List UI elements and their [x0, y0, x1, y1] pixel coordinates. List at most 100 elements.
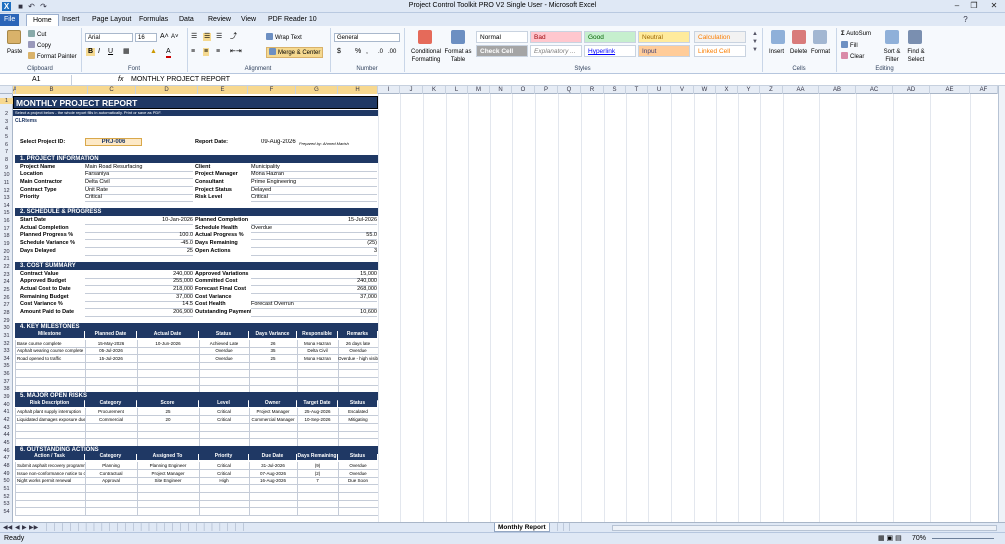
column-header-p[interactable]: P	[535, 86, 558, 94]
horizontal-scrollbar[interactable]	[612, 525, 997, 531]
tab-formulas[interactable]: Formulas	[133, 14, 174, 26]
row-header-24[interactable]: 24	[0, 279, 13, 285]
row-header-38[interactable]: 38	[0, 386, 13, 392]
insert-cells-icon[interactable]	[771, 30, 785, 44]
minimize-icon[interactable]: –	[949, 0, 965, 12]
row-header-31[interactable]: 31	[0, 333, 13, 339]
column-header-f[interactable]: F	[248, 86, 296, 94]
column-header-d[interactable]: D	[136, 86, 198, 94]
insert-cells-button[interactable]: Insert	[769, 48, 784, 56]
row-header-48[interactable]: 48	[0, 463, 13, 469]
row-header-2[interactable]: 2	[0, 111, 13, 117]
find-select-button[interactable]: Find & Select	[904, 48, 928, 64]
orientation-icon[interactable]: ⤴	[230, 33, 237, 41]
row-header-40[interactable]: 40	[0, 402, 13, 408]
column-header-w[interactable]: W	[694, 86, 716, 94]
cell-style-neutral[interactable]: Neutral	[638, 31, 690, 43]
sort-filter-button[interactable]: Sort & Filter	[880, 48, 904, 64]
column-header-b[interactable]: B	[16, 86, 88, 94]
row-header-18[interactable]: 18	[0, 233, 13, 239]
column-header-x[interactable]: X	[716, 86, 738, 94]
tab-page-layout[interactable]: Page Layout	[86, 14, 137, 26]
row-header-21[interactable]: 21	[0, 256, 13, 262]
row-header-45[interactable]: 45	[0, 440, 13, 446]
column-header-t[interactable]: T	[626, 86, 648, 94]
conditional-formatting-button[interactable]: Conditional Formatting	[407, 48, 445, 64]
column-header-ae[interactable]: AE	[930, 86, 970, 94]
tab-pdf-reader[interactable]: PDF Reader 10	[262, 14, 323, 26]
row-header-47[interactable]: 47	[0, 455, 13, 461]
tab-home[interactable]: Home	[26, 14, 59, 26]
row-header-35[interactable]: 35	[0, 363, 13, 369]
column-header-ab[interactable]: AB	[819, 86, 856, 94]
column-header-ac[interactable]: AC	[856, 86, 893, 94]
comma-icon[interactable]: ,	[366, 48, 368, 56]
font-name-select[interactable]: Arial	[85, 33, 133, 42]
more-sheet-tabs[interactable]: │ │ │	[553, 523, 608, 532]
column-header-o[interactable]: O	[512, 86, 535, 94]
row-header-27[interactable]: 27	[0, 302, 13, 308]
row-header-43[interactable]: 43	[0, 425, 13, 431]
row-header-33[interactable]: 33	[0, 348, 13, 354]
column-header-ad[interactable]: AD	[893, 86, 930, 94]
increase-decimal-icon[interactable]: .0	[378, 48, 383, 56]
help-icon[interactable]: ?	[961, 15, 970, 24]
row-header-26[interactable]: 26	[0, 295, 13, 301]
row-header-46[interactable]: 46	[0, 448, 13, 454]
row-header-17[interactable]: 17	[0, 226, 13, 232]
fill-color-icon[interactable]: ▲	[150, 48, 157, 56]
column-header-m[interactable]: M	[468, 86, 490, 94]
align-center-icon[interactable]: ≡	[203, 48, 210, 56]
zoom-slider[interactable]	[932, 538, 994, 539]
cell-style-bad[interactable]: Bad	[530, 31, 582, 43]
sheet-tab-monthly-report[interactable]: Monthly Report	[494, 523, 550, 532]
paste-button[interactable]: Paste	[7, 48, 22, 56]
row-header-32[interactable]: 32	[0, 341, 13, 347]
row-header-1[interactable]: 1	[0, 98, 13, 104]
row-header-50[interactable]: 50	[0, 478, 13, 484]
format-cells-icon[interactable]	[813, 30, 827, 44]
row-header-3[interactable]: 3	[0, 119, 13, 125]
column-header-r[interactable]: R	[581, 86, 604, 94]
row-header-41[interactable]: 41	[0, 409, 13, 415]
last-sheet-icon[interactable]: ▶▶	[29, 524, 38, 531]
grow-font-icon[interactable]: A˄	[160, 33, 169, 41]
next-sheet-icon[interactable]: ▶	[22, 524, 27, 531]
decrease-decimal-icon[interactable]: .00	[388, 48, 396, 56]
font-color-icon[interactable]: A	[166, 48, 171, 58]
delete-cells-icon[interactable]	[792, 30, 806, 44]
align-top-icon[interactable]: ☰	[191, 33, 197, 41]
underline-icon[interactable]: U	[108, 48, 113, 56]
formula-input[interactable]: MONTHLY PROJECT REPORT	[131, 75, 230, 85]
copy-button[interactable]: Copy	[28, 41, 51, 50]
font-size-select[interactable]: 16	[135, 33, 157, 42]
format-table-icon[interactable]	[451, 30, 465, 44]
row-header-4[interactable]: 4	[0, 126, 13, 132]
column-header-k[interactable]: K	[423, 86, 446, 94]
row-header-8[interactable]: 8	[0, 157, 13, 163]
cell-style-normal[interactable]: Normal	[476, 31, 528, 43]
row-header-11[interactable]: 11	[0, 180, 13, 186]
conditional-formatting-icon[interactable]	[418, 30, 432, 44]
restore-icon[interactable]: ❐	[966, 0, 982, 12]
sort-filter-icon[interactable]	[885, 30, 899, 44]
select-all-corner[interactable]	[0, 86, 13, 94]
row-header-20[interactable]: 20	[0, 249, 13, 255]
column-header-aa[interactable]: AA	[783, 86, 819, 94]
bold-icon[interactable]: B	[86, 48, 96, 56]
column-header-y[interactable]: Y	[738, 86, 760, 94]
autosum-button[interactable]: Σ AutoSum	[841, 30, 871, 38]
indent-icon[interactable]: ⇤⇥	[230, 48, 242, 56]
row-header-23[interactable]: 23	[0, 272, 13, 278]
row-header-53[interactable]: 53	[0, 501, 13, 507]
cell-style-good[interactable]: Good	[584, 31, 636, 43]
close-icon[interactable]: ✕	[986, 0, 1002, 12]
gallery-scroll-icon[interactable]: ▲ ▼ ▼	[752, 30, 758, 54]
tab-review[interactable]: Review	[202, 14, 237, 26]
row-header-49[interactable]: 49	[0, 471, 13, 477]
align-bottom-icon[interactable]: ☰	[216, 33, 222, 41]
merge-center-button[interactable]: Merge & Center	[266, 47, 324, 58]
cell-style-explanatory[interactable]: Explanatory ...	[530, 45, 582, 57]
column-header-h[interactable]: H	[338, 86, 378, 94]
fill-button[interactable]: Fill	[841, 41, 858, 50]
